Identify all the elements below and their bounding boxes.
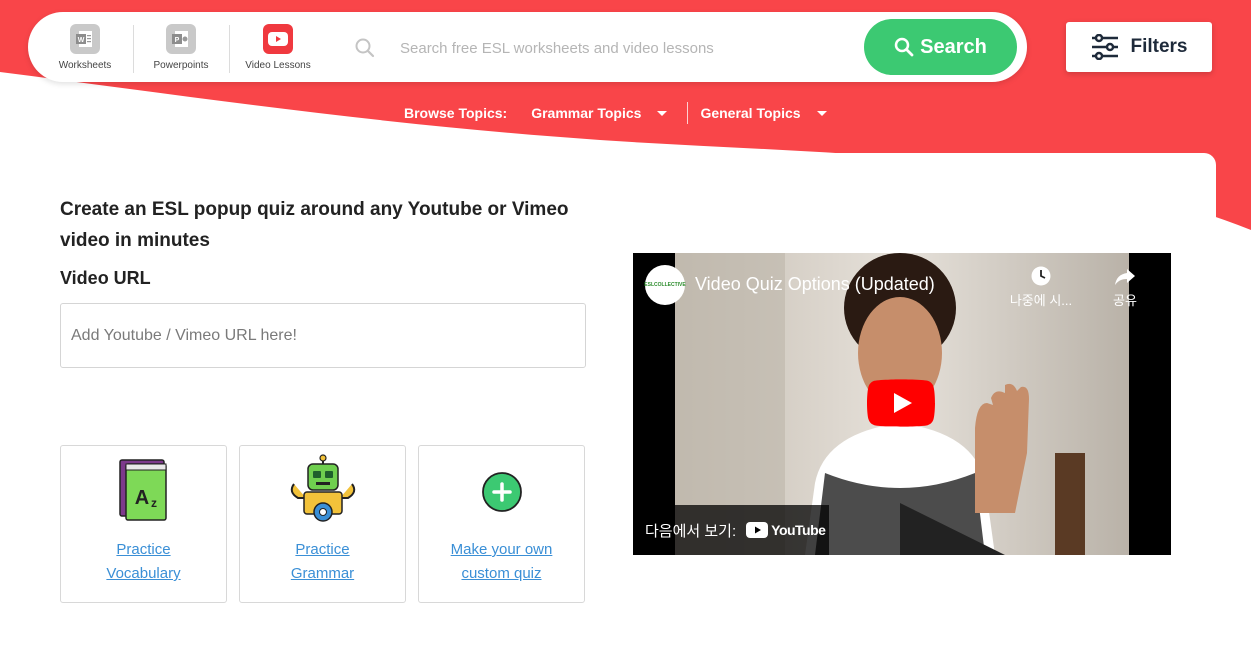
practice-grammar-card[interactable]: Practice Grammar	[239, 445, 406, 603]
watch-later-label: 나중에 시...	[1009, 293, 1073, 308]
grammar-topics-label: Grammar Topics	[531, 105, 642, 121]
share-button[interactable]: 공유	[1103, 265, 1147, 309]
grammar-robot-icon	[240, 454, 405, 530]
caret-down-icon	[816, 110, 827, 116]
youtube-icon	[263, 24, 293, 54]
custom-quiz-card[interactable]: Make your own custom quiz	[418, 445, 585, 603]
practice-grammar-link[interactable]: Practice Grammar	[240, 538, 405, 586]
type-tab-worksheets[interactable]: W Worksheets	[40, 24, 130, 74]
search-button[interactable]: Search	[864, 19, 1017, 75]
type-tab-label: Worksheets	[58, 60, 112, 71]
option-line: Practice	[295, 541, 350, 558]
general-topics-label: General Topics	[700, 105, 801, 121]
browse-topics-label: Browse Topics:	[404, 105, 508, 121]
youtube-brand-text: YouTube	[771, 522, 826, 538]
type-tab-label: Video Lessons	[245, 60, 311, 71]
page-headline: Create an ESL popup quiz around any Yout…	[60, 199, 569, 251]
option-line: Vocabulary	[106, 565, 181, 582]
youtube-logo: YouTube	[746, 522, 826, 538]
video-url-input[interactable]	[60, 303, 586, 368]
type-divider	[133, 25, 134, 73]
svg-text:W: W	[78, 37, 85, 44]
powerpoint-icon: P	[166, 24, 196, 54]
video-url-label: Video URL	[60, 268, 151, 288]
practice-vocabulary-card[interactable]: A z Practice Vocabulary	[60, 445, 227, 603]
svg-text:A: A	[134, 487, 148, 509]
option-line: custom quiz	[461, 565, 542, 582]
vocabulary-book-icon: A z	[61, 454, 226, 530]
watch-later-button[interactable]: 나중에 시...	[1001, 265, 1081, 309]
option-line: Practice	[116, 541, 171, 558]
watch-on-youtube-button[interactable]: 다음에서 보기: YouTube	[633, 505, 829, 555]
svg-text:z: z	[151, 496, 157, 510]
search-input[interactable]	[398, 32, 862, 64]
svg-text:P: P	[175, 37, 180, 44]
type-divider	[229, 25, 230, 73]
video-embed[interactable]: ESLCOLLECTIVE Video Quiz Options (Update…	[633, 253, 1171, 555]
search-bar: W Worksheets P Powerpoints Video Lessons…	[28, 12, 1027, 82]
grammar-topics-dropdown[interactable]: Grammar Topics	[531, 105, 668, 121]
search-button-label: Search	[920, 35, 987, 58]
type-tab-label: Powerpoints	[153, 60, 209, 71]
custom-quiz-link[interactable]: Make your own custom quiz	[419, 538, 584, 586]
plus-circle-icon	[419, 470, 584, 546]
option-line: Grammar	[290, 565, 355, 582]
caret-down-icon	[657, 110, 668, 116]
browse-topics-bar: Browse Topics: Grammar Topics General To…	[404, 102, 827, 124]
practice-vocabulary-link[interactable]: Practice Vocabulary	[61, 538, 226, 586]
play-button-icon[interactable]	[867, 379, 935, 427]
general-topics-dropdown[interactable]: General Topics	[700, 105, 827, 121]
share-label: 공유	[1113, 293, 1137, 308]
youtube-icon	[746, 522, 769, 538]
word-doc-icon: W	[70, 24, 100, 54]
sliders-icon	[1092, 34, 1119, 60]
search-icon	[354, 37, 376, 59]
type-tab-video-lessons[interactable]: Video Lessons	[233, 24, 323, 74]
filters-button[interactable]: Filters	[1066, 22, 1212, 72]
video-title[interactable]: Video Quiz Options (Updated)	[695, 274, 935, 295]
clock-icon	[1031, 266, 1051, 286]
search-icon	[894, 37, 914, 57]
option-line: Make your own	[450, 541, 553, 558]
filters-button-label: Filters	[1130, 36, 1188, 57]
topic-divider	[687, 102, 689, 124]
share-arrow-icon	[1115, 269, 1135, 285]
type-tab-powerpoints[interactable]: P Powerpoints	[136, 24, 226, 74]
channel-logo[interactable]: ESLCOLLECTIVE	[644, 265, 686, 305]
watch-on-label: 다음에서 보기:	[645, 522, 737, 540]
